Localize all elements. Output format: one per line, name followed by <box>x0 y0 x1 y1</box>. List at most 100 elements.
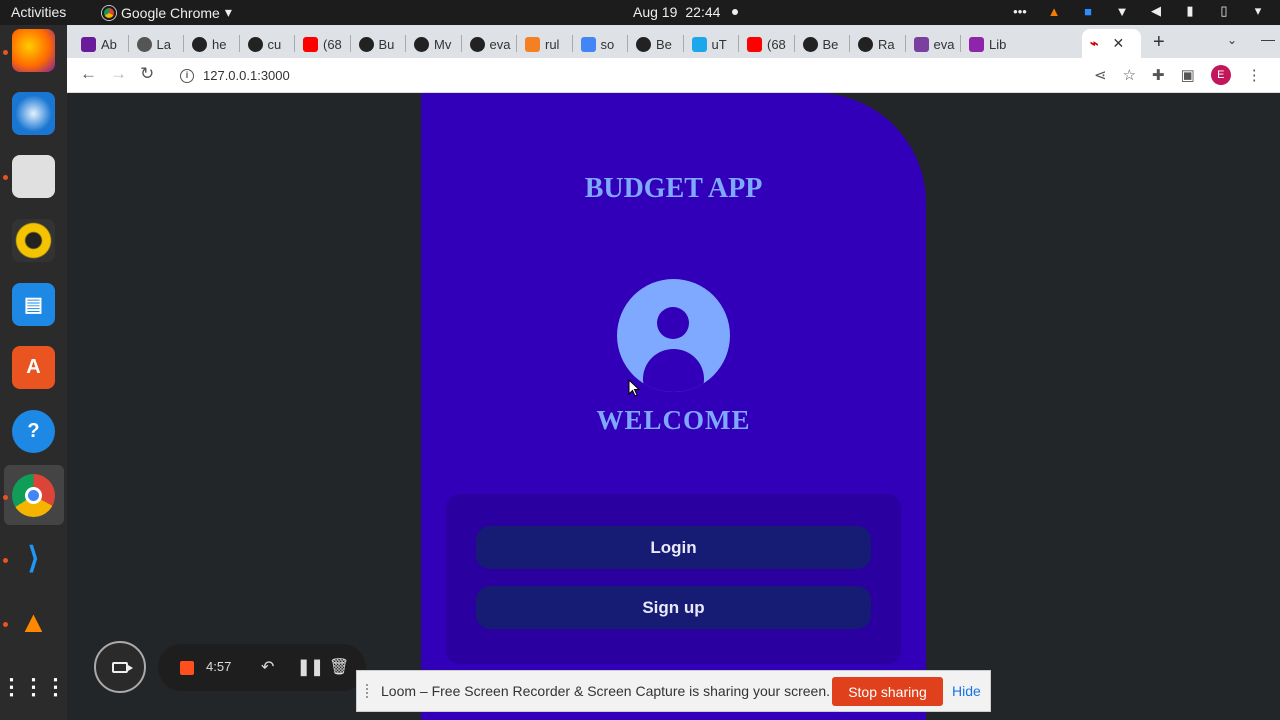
app-grid-icon[interactable]: ⋮⋮⋮ <box>1 665 67 708</box>
tab[interactable]: (68 <box>741 30 786 58</box>
share-icon[interactable]: ⋖ <box>1094 66 1107 84</box>
tab-label: Be <box>656 36 672 52</box>
app-center-icon[interactable]: A <box>12 346 55 389</box>
tab-separator <box>516 35 517 52</box>
mouse-cursor-icon <box>628 379 641 397</box>
running-indicator <box>3 558 8 563</box>
login-button[interactable]: Login <box>476 526 871 569</box>
new-tab-button[interactable]: + <box>1153 31 1165 54</box>
app-title: BUDGET APP <box>584 173 763 204</box>
reload-icon[interactable]: ↻ <box>140 64 154 84</box>
vlc-tray-icon[interactable]: ▲ <box>1046 4 1062 19</box>
back-arrow-icon[interactable]: ← <box>80 64 97 84</box>
tab-label: eva <box>489 36 511 52</box>
system-tray[interactable]: ••• ▲ ■ ▼ ◀ ▮ ▯ ▾ <box>1012 3 1266 19</box>
tab-separator <box>627 35 628 52</box>
loom-camera-toggle[interactable] <box>94 641 146 693</box>
tab[interactable]: Lib <box>963 30 1006 58</box>
hide-banner-button[interactable]: Hide <box>952 683 981 699</box>
drag-handle-icon[interactable] <box>366 684 371 698</box>
writer-icon[interactable]: ▤ <box>12 283 55 326</box>
bookmark-star-icon[interactable]: ☆ <box>1123 66 1136 84</box>
tab[interactable]: cu <box>242 30 282 58</box>
system-top-bar: Activities Google Chrome ▾ Aug 19 22:44 … <box>0 0 1280 25</box>
minimize-icon[interactable]: — <box>1261 31 1275 48</box>
stop-recording-icon[interactable] <box>180 661 194 675</box>
tab[interactable]: uT <box>686 30 727 58</box>
restart-icon[interactable]: ↶ <box>261 657 274 677</box>
github-icon <box>358 36 374 52</box>
chrome-icon[interactable] <box>12 474 55 517</box>
zoom-tray-icon[interactable]: ■ <box>1080 4 1096 19</box>
app-menu[interactable]: Google Chrome ▾ <box>102 4 232 21</box>
github-icon <box>858 36 873 52</box>
tab[interactable]: so <box>575 30 614 58</box>
activities-button[interactable]: Activities <box>11 4 66 20</box>
tab-separator <box>460 35 462 52</box>
battery-icon[interactable]: ▯ <box>1216 3 1232 19</box>
firefox-icon[interactable] <box>12 29 55 72</box>
loom-recording-controls: 4:57 ↶ ❚❚ 🗑 <box>158 644 366 691</box>
tab[interactable]: Be <box>797 30 838 58</box>
vlc-icon[interactable]: ▲ <box>12 601 55 644</box>
screen-sharing-banner: Loom – Free Screen Recorder & Screen Cap… <box>356 670 991 712</box>
tab-separator <box>238 35 240 52</box>
volume-icon[interactable]: ◀ <box>1148 3 1164 19</box>
tab[interactable]: (68 <box>297 30 342 58</box>
close-tab-icon[interactable]: ✕ <box>1112 35 1124 52</box>
trash-icon[interactable]: 🗑 <box>329 657 349 677</box>
sidebar-icon[interactable]: ▣ <box>1181 66 1195 84</box>
url-text[interactable]: 127.0.0.1:3000 <box>203 68 290 83</box>
help-icon[interactable]: ? <box>12 410 55 453</box>
pause-icon[interactable]: ❚❚ <box>297 657 324 677</box>
chevron-down-icon: ▾ <box>224 4 232 20</box>
tab-separator <box>682 35 684 52</box>
rails-icon: ⌁ <box>1090 35 1099 51</box>
tab-separator <box>349 35 351 52</box>
forward-arrow-icon[interactable]: → <box>110 64 127 84</box>
more-icon[interactable]: ••• <box>1012 4 1028 19</box>
profile-avatar[interactable]: E <box>1210 65 1231 85</box>
site-info-icon[interactable]: i <box>180 68 194 83</box>
running-indicator <box>3 495 8 500</box>
window-controls: — ⧉ ✕ <box>1261 31 1280 48</box>
wifi-icon[interactable]: ▼ <box>1114 4 1130 19</box>
tab-label: Bu <box>378 36 395 52</box>
vscode-icon[interactable]: ⟩ <box>12 537 55 580</box>
files-icon[interactable] <box>12 155 55 198</box>
tab-label: uT <box>711 36 727 52</box>
tab[interactable]: he <box>186 30 226 58</box>
address-bar[interactable]: i 127.0.0.1:3000 <box>170 61 1150 90</box>
chevron-down-icon[interactable]: ▾ <box>1250 3 1266 19</box>
tab[interactable]: eva <box>908 30 954 58</box>
signup-button[interactable]: Sign up <box>476 586 871 629</box>
site-icon <box>691 36 707 52</box>
tab[interactable]: Ab <box>75 30 117 58</box>
clock[interactable]: Aug 19 22:44 <box>633 4 739 20</box>
tab-search-button[interactable]: ⌄ <box>1227 33 1237 47</box>
kebab-menu-icon[interactable]: ⋮ <box>1247 66 1262 84</box>
chrome-icon <box>102 5 116 20</box>
avatar-body <box>643 349 704 392</box>
sharing-message: Loom – Free Screen Recorder & Screen Cap… <box>381 683 830 699</box>
github-icon <box>469 36 485 52</box>
tab-label: cu <box>267 36 282 52</box>
extensions-puzzle-icon[interactable]: ✚ <box>1152 66 1165 84</box>
tab-label: (68 <box>323 36 342 52</box>
tab-label: Lib <box>989 36 1007 52</box>
tab-label: Ab <box>101 36 117 52</box>
tab[interactable]: rul <box>519 30 559 58</box>
tab[interactable]: eva <box>464 30 511 58</box>
tab[interactable]: La <box>131 30 171 58</box>
stop-sharing-button[interactable]: Stop sharing <box>832 677 943 706</box>
rhythmbox-icon[interactable] <box>12 219 55 262</box>
tab[interactable]: Bu <box>353 30 395 58</box>
tab[interactable]: Mv <box>408 30 451 58</box>
tab[interactable]: Be <box>630 30 672 58</box>
tab-active[interactable]: ⌁ ✕ <box>1082 29 1141 58</box>
tab-separator <box>849 35 850 52</box>
github-icon <box>192 36 207 52</box>
thunderbird-icon[interactable] <box>12 92 55 135</box>
microphone-icon[interactable]: ▮ <box>1182 3 1198 19</box>
tab[interactable]: Ra <box>852 30 895 58</box>
